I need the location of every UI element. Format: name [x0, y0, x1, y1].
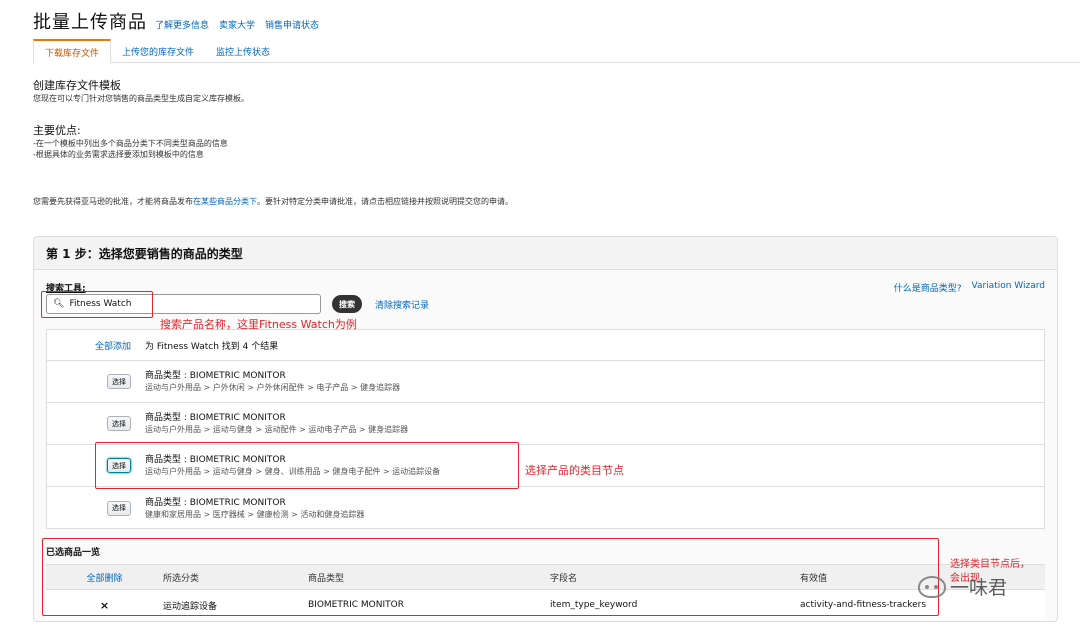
- results-header: 全部添加 为 Fitness Watch 找到 4 个结果: [47, 330, 1044, 361]
- tab-upload-inventory-file[interactable]: 上传您的库存文件: [111, 39, 205, 63]
- result-row: 选择 商品类型 : BIOMETRIC MONITOR 运动与户外用品 > 户外…: [47, 361, 1044, 403]
- header-links: 了解更多信息 卖家大学 销售申请状态: [155, 18, 319, 31]
- selected-list-highlight-box: [42, 538, 939, 616]
- select-button[interactable]: 选择: [107, 500, 131, 516]
- page-title: 批量上传商品: [33, 12, 147, 33]
- results-summary: 为 Fitness Watch 找到 4 个结果: [145, 341, 279, 352]
- result-product-type: 商品类型 : BIOMETRIC MONITOR: [145, 413, 286, 423]
- result-category-path: 运动与户外用品 > 运动与健身 > 运动配件 > 运动电子产品 > 健身追踪器: [145, 425, 409, 434]
- tab-monitor-upload-status[interactable]: 监控上传状态: [205, 39, 281, 63]
- clear-search-link[interactable]: 清除搜索记录: [375, 298, 429, 311]
- result-product-type: 商品类型 : BIOMETRIC MONITOR: [145, 497, 286, 508]
- watermark-text: 一味君: [950, 577, 1008, 599]
- what-is-product-type-link[interactable]: 什么是商品类型?: [894, 281, 962, 294]
- step-1-title: 第 1 步：选择您要销售的商品的类型: [34, 237, 1057, 270]
- seller-university-link[interactable]: 卖家大学: [219, 18, 255, 31]
- approval-notice: 您需要先获得亚马逊的批准，才能将商品发布在某些商品分类下。要针对特定分类申请批准…: [33, 196, 513, 207]
- search-results: 全部添加 为 Fitness Watch 找到 4 个结果 选择 商品类型 : …: [46, 329, 1045, 529]
- result-row: 选择 商品类型 : BIOMETRIC MONITOR 健康和家居用品 > 医疗…: [47, 487, 1044, 529]
- category-node-annotation: 选择产品的类目节点: [525, 464, 624, 477]
- search-button[interactable]: 搜索: [332, 295, 362, 313]
- learn-more-link[interactable]: 了解更多信息: [155, 18, 209, 31]
- benefit-item: -根据具体的业务需求选择要添加到模板中的信息: [33, 150, 204, 159]
- annotation-line: 选择类目节点后，: [950, 559, 1030, 570]
- result-product-type: 商品类型 : BIOMETRIC MONITOR: [145, 371, 286, 381]
- variation-wizard-link[interactable]: Variation Wizard: [972, 281, 1046, 294]
- restricted-categories-link[interactable]: 在某些商品分类下: [193, 197, 257, 206]
- select-button[interactable]: 选择: [107, 374, 131, 389]
- search-annotation: 搜索产品名称，这里Fitness Watch为例: [160, 318, 357, 331]
- select-button[interactable]: 选择: [107, 416, 131, 431]
- benefits-section: 主要优点: -在一个模板中列出多个商品分类下不同类型商品的信息 -根据具体的业务…: [33, 124, 228, 160]
- notice-text: 。要针对特定分类申请批准，请点击相应链接并按照说明提交您的申请。: [257, 197, 513, 206]
- tab-bar: 下载库存文件 上传您的库存文件 监控上传状态: [33, 39, 1080, 64]
- tab-download-inventory-file[interactable]: 下载库存文件: [33, 39, 112, 64]
- result-category-path: 健康和家居用品 > 医疗器械 > 健康检测 > 活动和健身追踪器: [145, 509, 365, 519]
- add-all-link[interactable]: 全部添加: [47, 339, 145, 352]
- result-category-path: 运动与户外用品 > 户外休闲 > 户外休闲配件 > 电子产品 > 健身追踪器: [145, 383, 401, 392]
- benefit-item: -在一个模板中列出多个商品分类下不同类型商品的信息: [33, 139, 228, 148]
- search-highlight-box: [41, 291, 153, 318]
- notice-text: 您需要先获得亚马逊的批准，才能将商品发布: [33, 197, 193, 206]
- wechat-icon: [918, 575, 946, 598]
- result-row: 选择 商品类型 : BIOMETRIC MONITOR 运动与户外用品 > 运动…: [47, 403, 1044, 445]
- help-links: 什么是商品类型? Variation Wizard: [894, 281, 1045, 294]
- intro-section: 创建库存文件模板 您现在可以专门针对您销售的商品类型生成自定义库存模板。: [33, 79, 249, 104]
- intro-text: 您现在可以专门针对您销售的商品类型生成自定义库存模板。: [33, 94, 249, 103]
- intro-title: 创建库存文件模板: [33, 79, 121, 92]
- page-header: 批量上传商品 了解更多信息 卖家大学 销售申请状态: [33, 8, 319, 34]
- benefits-title: 主要优点:: [33, 124, 81, 137]
- application-status-link[interactable]: 销售申请状态: [265, 18, 319, 31]
- category-node-highlight-box: [95, 442, 519, 489]
- watermark: 一味君: [918, 573, 1007, 600]
